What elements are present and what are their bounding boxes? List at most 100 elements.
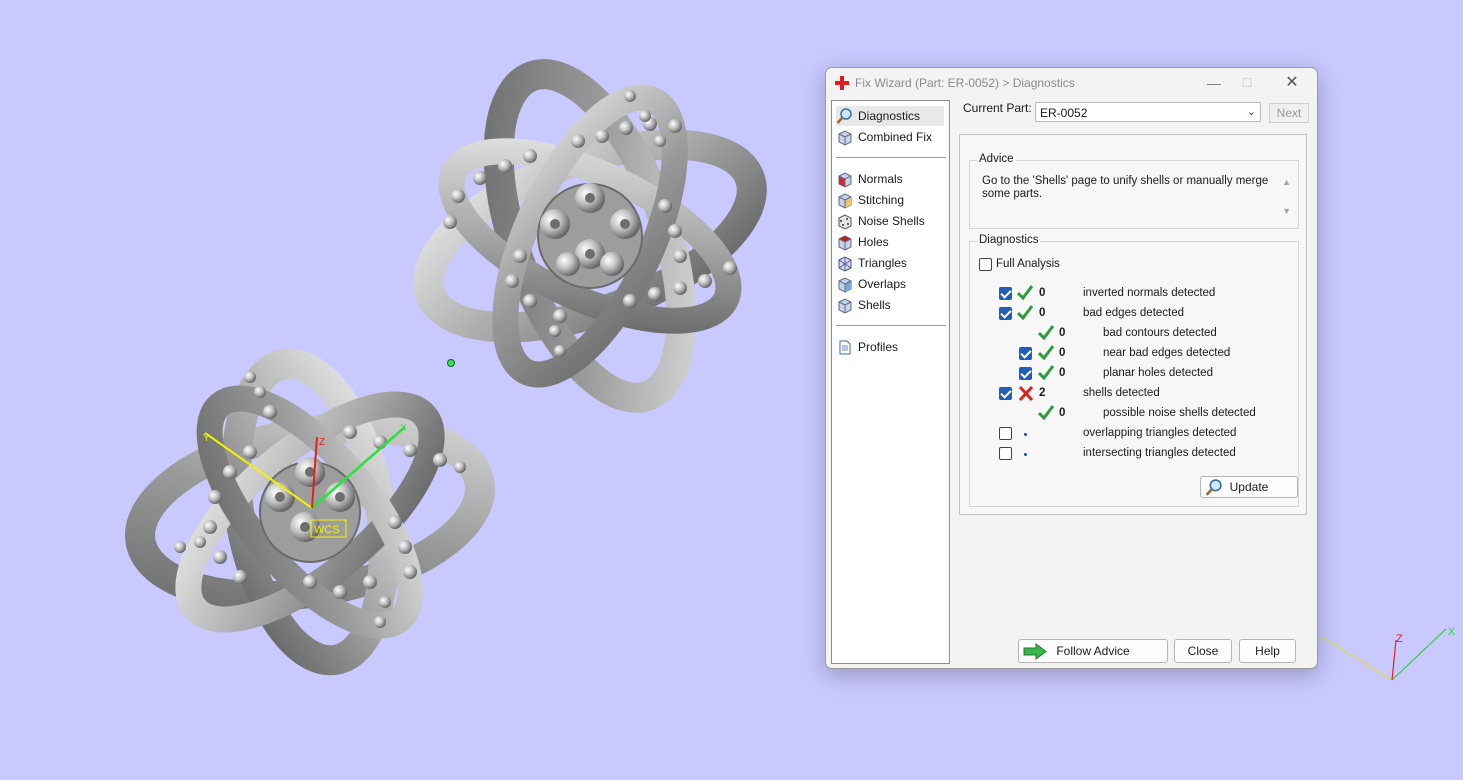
update-button[interactable]: Update: [1200, 476, 1298, 498]
advice-text: Go to the 'Shells' page to unify shells …: [982, 175, 1269, 200]
bad-contours-label: bad contours detected: [1103, 327, 1217, 339]
full-analysis-checkbox[interactable]: [979, 258, 992, 271]
inverted-normals-count: 0: [1039, 287, 1046, 299]
red-cross-app-icon: [835, 76, 849, 90]
overlapping-triangles-checkbox[interactable]: [999, 427, 1012, 440]
diagnostics-page: Advice Go to the 'Shells' page to unify …: [959, 134, 1307, 515]
nav-label: Shells: [858, 298, 891, 312]
title-bar[interactable]: Fix Wizard (Part: ER-0052) > Diagnostics…: [826, 68, 1317, 98]
nav-item-stitching[interactable]: Stitching: [836, 190, 944, 210]
nav-label: Diagnostics: [858, 109, 921, 123]
maximize-icon[interactable]: ☐: [1232, 73, 1262, 93]
next-button[interactable]: Next: [1269, 103, 1309, 123]
nav-item-triangles[interactable]: Triangles: [836, 253, 944, 273]
triad-z-label: Z: [1396, 633, 1403, 645]
intersecting-triangles-label: intersecting triangles detected: [1083, 447, 1236, 459]
close-window-icon[interactable]: ✕: [1277, 73, 1307, 93]
shells-count: 2: [1039, 387, 1046, 399]
near-bad-edges-label: near bad edges detected: [1103, 347, 1231, 359]
full-analysis-label: Full Analysis: [996, 258, 1060, 270]
current-part-value: ER-0052: [1040, 106, 1088, 120]
help-button[interactable]: Help: [1239, 639, 1296, 663]
green-check-icon: [1038, 405, 1054, 420]
stitching-cube-icon: [838, 192, 852, 209]
nav-divider: [836, 157, 946, 158]
inverted-normals-label: inverted normals detected: [1083, 287, 1216, 299]
document-icon: [839, 340, 851, 354]
nav-label: Normals: [858, 172, 903, 186]
nav-label: Noise Shells: [858, 214, 925, 228]
update-label: Update: [1229, 480, 1269, 494]
earring-model-bottom[interactable]: [125, 348, 495, 676]
wizard-nav-panel: Diagnostics Combined Fix Normals Stitchi…: [831, 100, 950, 664]
earring-model-top[interactable]: [405, 51, 776, 422]
noise-shells-count: 0: [1059, 407, 1066, 419]
help-label: Help: [1255, 644, 1280, 658]
nav-label: Combined Fix: [858, 130, 933, 144]
nav-label: Profiles: [858, 340, 899, 354]
current-part-label: Current Part:: [963, 101, 1032, 115]
axis-triad: Z X: [1321, 626, 1456, 681]
wcs-axis-x-label: X: [400, 423, 407, 434]
planar-holes-label: planar holes detected: [1103, 367, 1213, 379]
bad-contours-count: 0: [1059, 327, 1066, 339]
intersecting-triangles-checkbox[interactable]: [999, 447, 1012, 460]
noise-shells-label: possible noise shells detected: [1103, 407, 1256, 419]
shells-checkbox[interactable]: [999, 387, 1012, 400]
green-check-icon: [1038, 325, 1054, 340]
nav-divider: [836, 325, 946, 326]
wcs-label: WCS: [314, 524, 340, 536]
planar-holes-checkbox[interactable]: [1019, 367, 1032, 380]
wcs-axis-y-label: Y: [203, 433, 210, 444]
green-check-icon: [1038, 345, 1054, 360]
triad-x-label: X: [1448, 626, 1456, 638]
nav-item-shells[interactable]: Shells: [836, 295, 944, 315]
near-bad-edges-checkbox[interactable]: [1019, 347, 1032, 360]
diagnostics-title: Diagnostics: [977, 234, 1041, 246]
holes-cube-icon: [838, 234, 852, 251]
nav-item-combined-fix[interactable]: Combined Fix: [836, 127, 944, 147]
bad-edges-checkbox[interactable]: [999, 307, 1012, 320]
wcs-axis-z-label: Z: [319, 437, 325, 448]
nav-label: Stitching: [858, 193, 905, 207]
magnifier-icon: [1205, 479, 1222, 496]
near-bad-edges-count: 0: [1059, 347, 1066, 359]
pivot-point: [447, 359, 455, 367]
inverted-normals-checkbox[interactable]: [999, 287, 1012, 300]
pending-dot-icon: [1024, 433, 1027, 436]
nav-item-overlaps[interactable]: Overlaps: [836, 274, 944, 294]
red-cross-icon: [1018, 386, 1034, 401]
noise-shells-icon: [838, 213, 852, 230]
magnifier-icon: [836, 107, 852, 124]
overlaps-cube-icon: [838, 276, 852, 293]
close-button[interactable]: Close: [1174, 639, 1232, 663]
nav-item-profiles[interactable]: Profiles: [836, 337, 944, 357]
bad-edges-label: bad edges detected: [1083, 307, 1185, 319]
follow-advice-button[interactable]: Follow Advice: [1018, 639, 1168, 663]
fix-wizard-dialog: Fix Wizard (Part: ER-0052) > Diagnostics…: [825, 67, 1318, 669]
green-arrow-right-icon: [1023, 643, 1047, 660]
close-label: Close: [1187, 644, 1219, 658]
red-cube-icon: [838, 171, 852, 188]
scroll-down-icon[interactable]: ▼: [1282, 206, 1291, 216]
bad-edges-count: 0: [1039, 307, 1046, 319]
cube-icon: [838, 129, 852, 146]
planar-holes-count: 0: [1059, 367, 1066, 379]
current-part-select[interactable]: ER-0052 ⌄: [1035, 102, 1261, 122]
nav-item-holes[interactable]: Holes: [836, 232, 944, 252]
nav-item-noise-shells[interactable]: Noise Shells: [836, 211, 944, 231]
green-check-icon: [1038, 365, 1054, 380]
chevron-down-icon: ⌄: [1246, 106, 1256, 118]
minimize-icon[interactable]: —: [1199, 73, 1229, 93]
scroll-up-icon[interactable]: ▲: [1282, 177, 1291, 187]
dialog-title: Fix Wizard (Part: ER-0052) > Diagnostics: [855, 76, 1075, 90]
nav-item-normals[interactable]: Normals: [836, 169, 944, 189]
follow-advice-label: Follow Advice: [1056, 644, 1130, 658]
advice-title: Advice: [977, 153, 1016, 165]
nav-item-diagnostics[interactable]: Diagnostics: [836, 106, 944, 126]
pending-dot-icon: [1024, 453, 1027, 456]
shells-cube-icon: [838, 297, 852, 314]
green-check-icon: [1017, 305, 1033, 320]
triangles-cube-icon: [838, 255, 852, 272]
advice-group: Advice Go to the 'Shells' page to unify …: [969, 153, 1299, 229]
